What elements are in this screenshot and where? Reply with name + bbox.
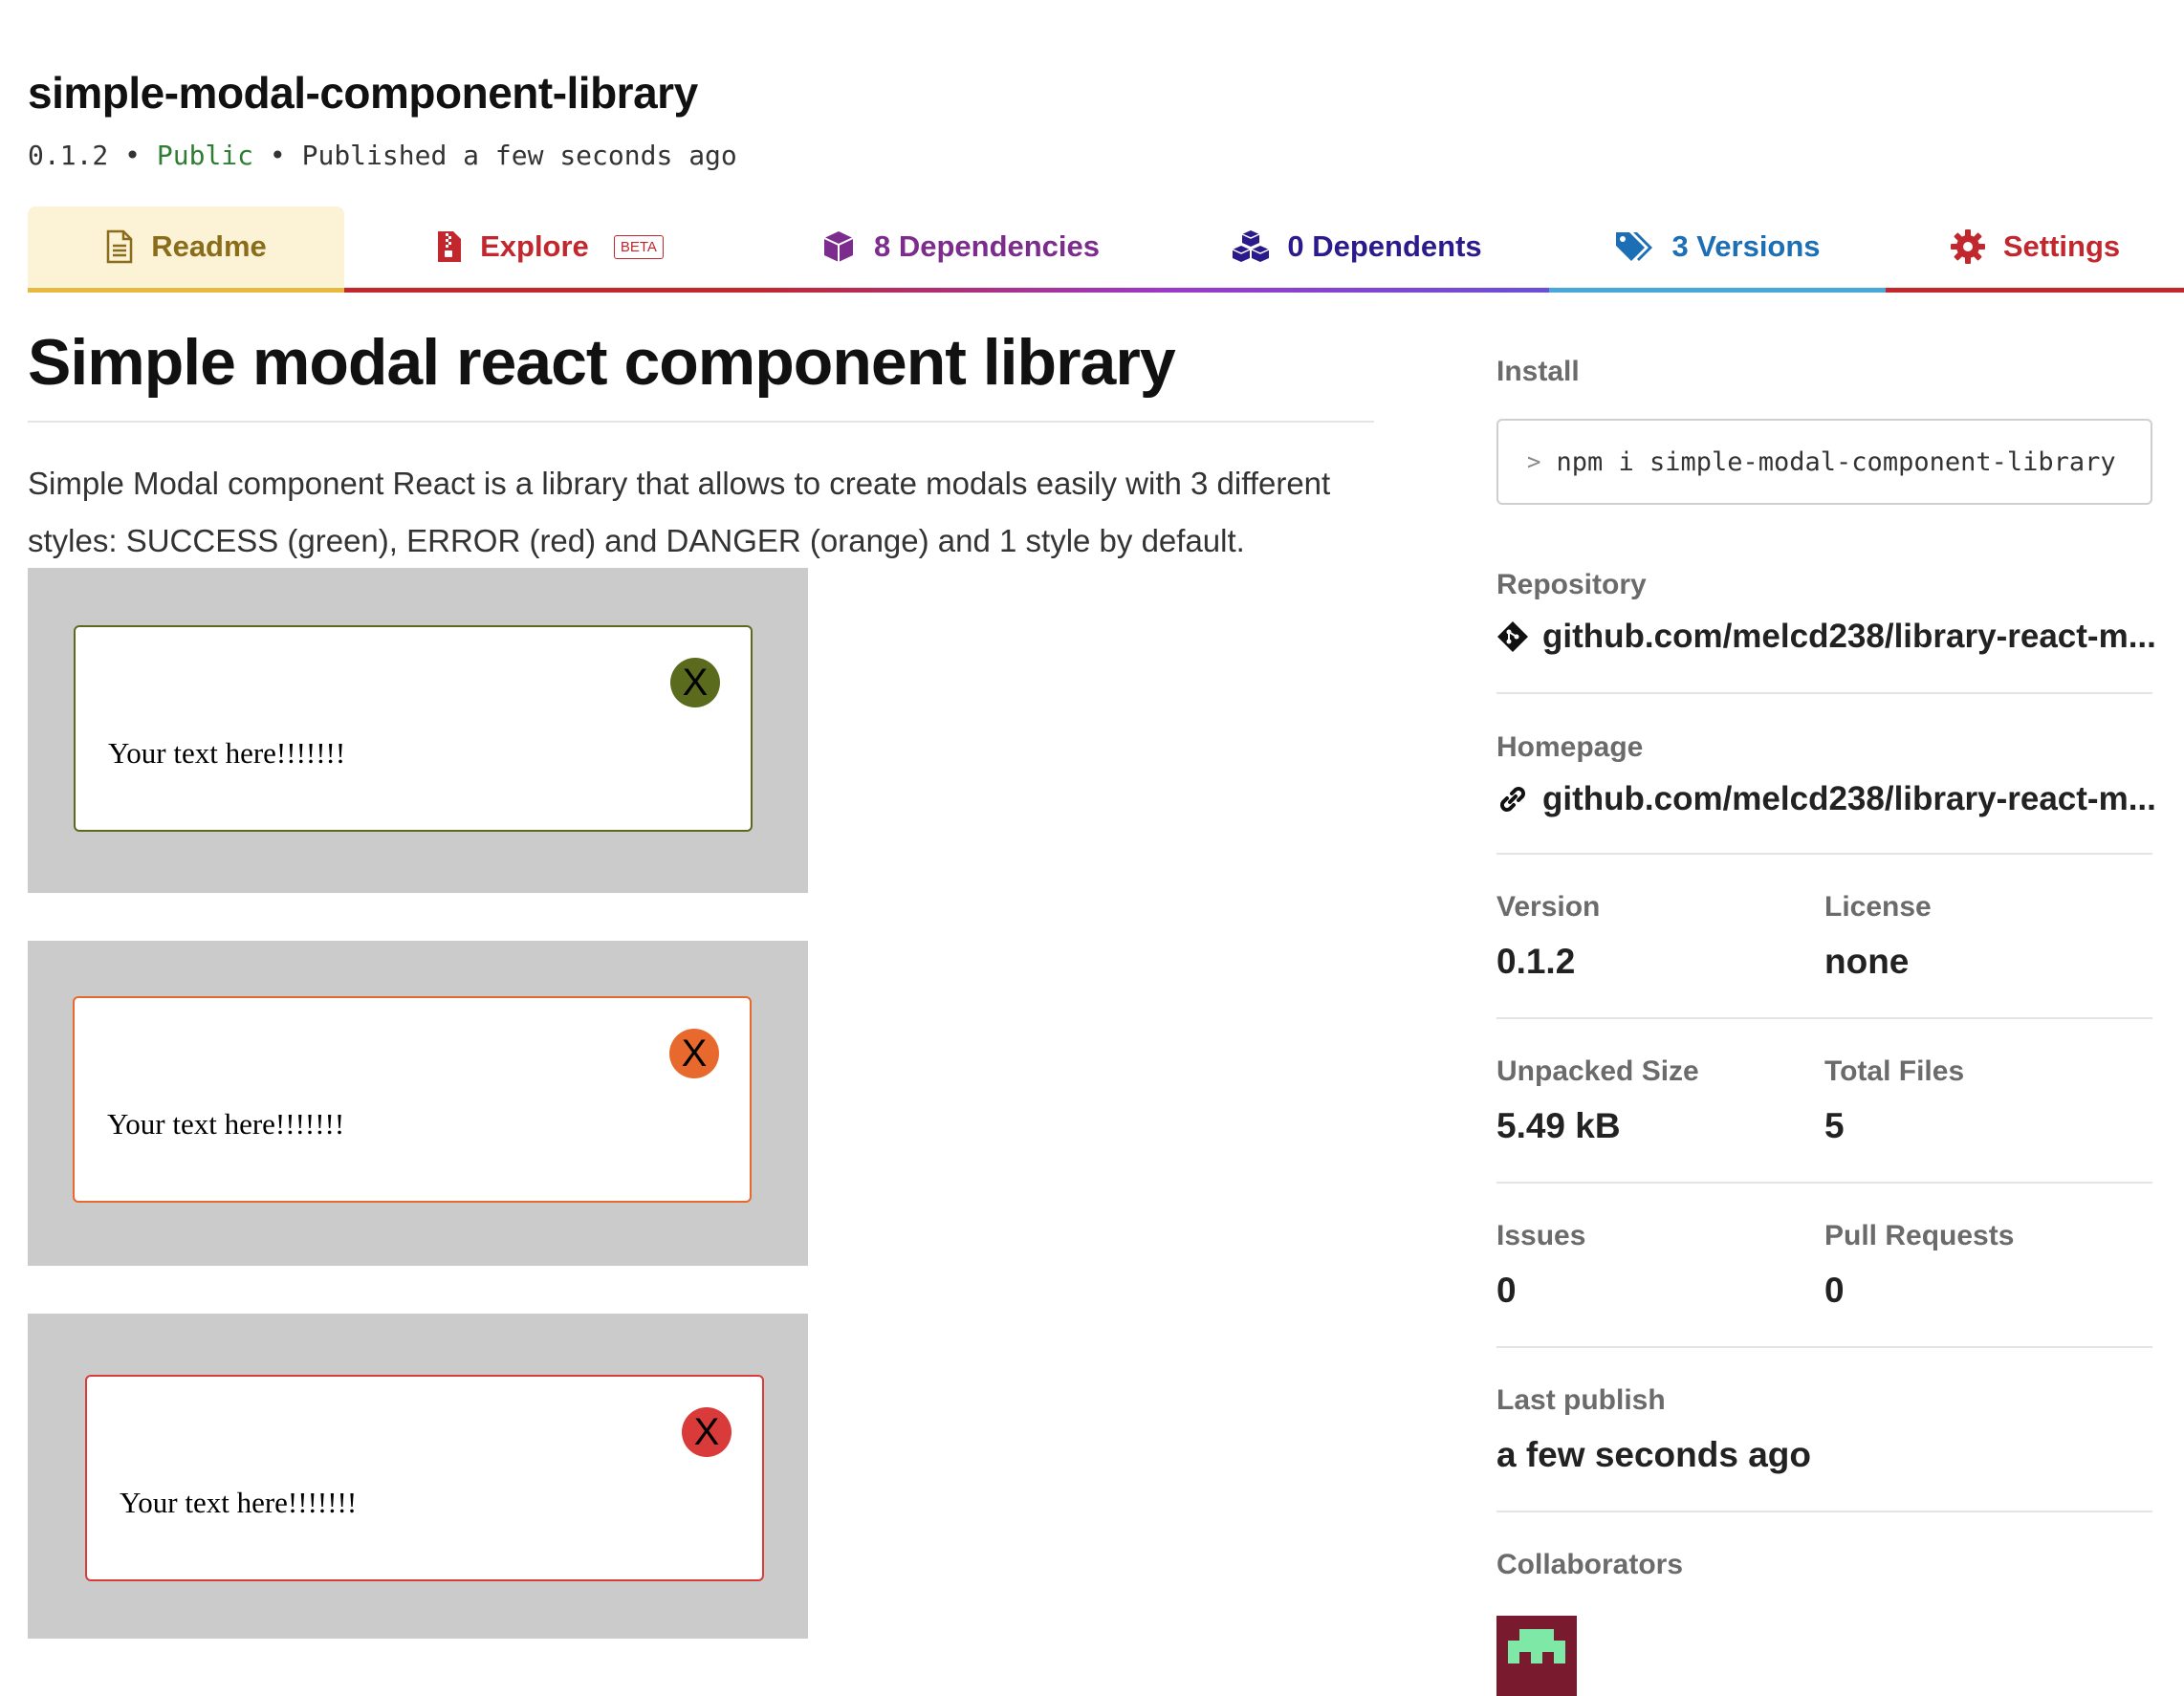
link-icon: [1496, 783, 1529, 815]
issues-value[interactable]: 0: [1496, 1271, 1517, 1311]
tab-readme[interactable]: Readme: [28, 207, 344, 287]
divider: [1496, 1346, 2152, 1348]
gear-icon: [1950, 228, 1986, 265]
close-icon: X: [670, 658, 720, 707]
demo-image-success: Your text here!!!!!!! X: [28, 568, 808, 893]
prompt-icon: >: [1527, 448, 1541, 475]
beta-badge: BETA: [613, 234, 664, 259]
modal-text: Your text here!!!!!!!: [108, 736, 346, 770]
last-publish-value: a few seconds ago: [1496, 1435, 1811, 1474]
close-icon: X: [669, 1029, 719, 1078]
divider: [28, 421, 1374, 423]
install-label: Install: [1496, 356, 1580, 387]
divider: [1496, 1511, 2152, 1512]
document-icon: [105, 229, 134, 264]
version-label: Version: [1496, 891, 1601, 923]
unpacked-size-label: Unpacked Size: [1496, 1055, 1699, 1087]
divider: [1496, 692, 2152, 694]
package-version: 0.1.2: [28, 140, 109, 171]
pull-requests-label: Pull Requests: [1824, 1220, 2015, 1251]
tab-dependencies[interactable]: 8 Dependencies: [755, 207, 1165, 287]
tags-icon: [1614, 230, 1654, 263]
tab-dependents[interactable]: 0 Dependents: [1165, 207, 1549, 287]
tab-label: Readme: [151, 229, 267, 263]
modal-text: Your text here!!!!!!!: [107, 1107, 345, 1141]
homepage-label: Homepage: [1496, 731, 1644, 763]
zip-file-icon: [436, 229, 463, 264]
version-value: 0.1.2: [1496, 942, 1576, 981]
git-icon: [1496, 620, 1529, 653]
pull-requests-value[interactable]: 0: [1824, 1271, 1845, 1311]
issues-label: Issues: [1496, 1220, 1586, 1251]
unpacked-size-value: 5.49 kB: [1496, 1106, 1621, 1145]
tab-versions[interactable]: 3 Versions: [1549, 207, 1886, 287]
avatar[interactable]: [1496, 1616, 1577, 1696]
tab-label: 3 Versions: [1671, 229, 1821, 263]
tab-label: 8 Dependencies: [873, 229, 1101, 263]
package-meta: 0.1.2 • Public • Published a few seconds…: [28, 140, 737, 171]
last-publish-label: Last publish: [1496, 1384, 1666, 1416]
divider: [1496, 1017, 2152, 1019]
published-time: Published a few seconds ago: [301, 140, 737, 171]
total-files-label: Total Files: [1824, 1055, 1965, 1087]
demo-image-danger: Your text here!!!!!!! X: [28, 941, 808, 1266]
total-files-value: 5: [1824, 1106, 1845, 1145]
modal-text: Your text here!!!!!!!: [120, 1486, 358, 1519]
divider: [1496, 853, 2152, 855]
repository-link[interactable]: github.com/melcd238/library-react-m...: [1496, 618, 2156, 656]
modal-preview: Your text here!!!!!!! X: [73, 996, 752, 1203]
repository-label: Repository: [1496, 569, 1647, 600]
box-icon: [820, 228, 857, 265]
package-title: simple-modal-component-library: [28, 68, 698, 118]
demo-image-error: Your text here!!!!!!! X: [28, 1314, 808, 1639]
collaborators-label: Collaborators: [1496, 1549, 1684, 1580]
readme-paragraph: Simple Modal component React is a librar…: [28, 466, 1331, 558]
modal-preview: Your text here!!!!!!! X: [74, 625, 753, 832]
license-value: none: [1824, 942, 1910, 981]
homepage-link[interactable]: github.com/melcd238/library-react-m...: [1496, 780, 2156, 818]
install-command: npm i simple-modal-component-library: [1556, 446, 2116, 477]
license-label: License: [1824, 891, 1932, 923]
tab-explore[interactable]: Explore BETA: [344, 207, 755, 287]
tab-label: Settings: [2002, 229, 2121, 263]
modal-preview: Your text here!!!!!!! X: [85, 1375, 764, 1581]
install-command-box[interactable]: > npm i simple-modal-component-library: [1496, 419, 2152, 505]
readme-heading: Simple modal react component library: [28, 326, 1176, 399]
tab-label: 0 Dependents: [1287, 229, 1482, 263]
visibility-badge: Public: [156, 140, 254, 171]
divider: [1496, 1182, 2152, 1184]
close-icon: X: [682, 1407, 732, 1457]
tab-settings[interactable]: Settings: [1886, 207, 2184, 287]
package-tabs: Readme Explore BETA 8 Dependencies 0 Dep…: [28, 207, 2184, 293]
tab-label: Explore: [480, 229, 589, 263]
boxes-icon: [1232, 228, 1270, 265]
